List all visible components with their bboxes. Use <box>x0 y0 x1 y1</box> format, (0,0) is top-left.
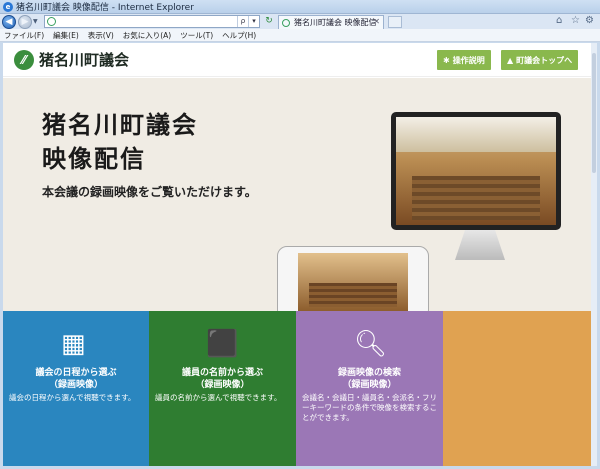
phone-image <box>277 246 429 320</box>
tile-title: 録画映像の検索 （録画映像） <box>296 367 443 391</box>
browser-tab[interactable]: 猪名川町議会 映像配信 ✕ <box>278 15 384 29</box>
tab-title: 猪名川町議会 映像配信 <box>294 18 377 27</box>
council-top-button[interactable]: ▲ 町議会トップへ <box>501 50 579 70</box>
ie-logo-icon: e <box>3 1 13 12</box>
hero-banner: 猪名川町議会 映像配信 本会議の録画映像をご覧いただけます。 <box>3 78 591 320</box>
search-icon: 🔍︎ <box>354 329 388 359</box>
hero-title-line2: 映像配信 <box>42 145 146 173</box>
scrollbar-thumb[interactable] <box>592 53 596 173</box>
gear-icon: ✱ <box>443 55 450 65</box>
tile-title: 議会の日程から選ぶ （録画映像） <box>3 367 149 391</box>
site-header: ⁄⁄ 猪名川町議会 ✱ 操作説明 ▲ 町議会トップへ <box>3 43 591 77</box>
menu-help[interactable]: ヘルプ(H) <box>222 30 256 41</box>
forward-button[interactable]: ▶ <box>18 14 32 29</box>
tile-description: 会議名・会議日・議員名・会派名・フリーキーワードの条件で映像を検索することができ… <box>302 393 437 422</box>
address-dropdown-icon[interactable]: ▾ <box>248 16 259 27</box>
menu-file[interactable]: ファイル(F) <box>4 30 44 41</box>
tools-gear-icon[interactable]: ⚙ <box>585 15 594 26</box>
hero-title: 猪名川町議会 映像配信 <box>42 108 198 176</box>
tab-close-icon[interactable]: ✕ <box>373 17 380 26</box>
tile-title-line2: （録画映像） <box>48 380 103 390</box>
tile-title-line1: 議員の名前から選ぶ <box>181 368 263 378</box>
phone-screen-image <box>298 253 408 313</box>
search-dropdown-icon[interactable]: ρ <box>237 16 248 27</box>
council-top-label: 町議会トップへ <box>516 55 573 65</box>
back-button[interactable]: ◀ <box>2 14 16 29</box>
home-icon[interactable]: ⌂ <box>556 15 562 26</box>
tile-title-line2: （録画映像） <box>342 380 397 390</box>
tile-empty[interactable] <box>443 311 591 466</box>
menu-view[interactable]: 表示(V) <box>88 30 114 41</box>
site-favicon-icon <box>47 17 56 26</box>
window-titlebar: e 猪名川町議会 映像配信 - Internet Explorer <box>0 0 600 14</box>
speaker-podium-icon: ⬛ <box>206 329 239 359</box>
monitor-image <box>391 112 561 230</box>
tile-title-line2: （録画映像） <box>195 380 250 390</box>
history-dropdown-icon[interactable]: ▼ <box>33 18 38 25</box>
assembly-hall-image <box>396 117 556 225</box>
tile-by-member[interactable]: ⬛ 議員の名前から選ぶ （録画映像） 議員の名前から選んで視聴できます。 <box>149 311 296 466</box>
menu-edit[interactable]: 編集(E) <box>53 30 79 41</box>
tile-description: 議会の日程から選んで視聴できます。 <box>9 393 136 402</box>
town-logo-icon[interactable]: ⁄⁄ <box>14 50 34 70</box>
refresh-icon[interactable]: ↻ <box>263 16 275 27</box>
tile-title-line1: 議会の日程から選ぶ <box>35 368 117 378</box>
favorites-star-icon[interactable]: ☆ <box>571 15 580 26</box>
tile-description: 議員の名前から選んで視聴できます。 <box>155 393 282 402</box>
tile-by-schedule[interactable]: ▦ 議会の日程から選ぶ （録画映像） 議会の日程から選んで視聴できます。 <box>3 311 149 466</box>
menu-tiles: ▦ 議会の日程から選ぶ （録画映像） 議会の日程から選んで視聴できます。 ⬛ 議… <box>3 311 591 466</box>
calendar-icon: ▦ <box>61 329 86 359</box>
web-page: ⁄⁄ 猪名川町議会 ✱ 操作説明 ▲ 町議会トップへ 猪名川町議会 映像配信 本… <box>3 43 596 466</box>
tile-title: 議員の名前から選ぶ （録画映像） <box>149 367 296 391</box>
hero-title-line1: 猪名川町議会 <box>42 111 198 139</box>
hero-subtitle: 本会議の録画映像をご覧いただけます。 <box>42 185 257 199</box>
tile-title-line1: 録画映像の検索 <box>337 368 401 378</box>
navigation-bar: ◀ ▶ ▼ ρ ▾ ↻ 猪名川町議会 映像配信 ✕ ⌂ ☆ ⚙ <box>0 14 600 29</box>
menu-tools[interactable]: ツール(T) <box>180 30 213 41</box>
site-name[interactable]: 猪名川町議会 <box>39 49 129 70</box>
menu-bar: ファイル(F) 編集(E) 表示(V) お気に入り(A) ツール(T) ヘルプ(… <box>0 29 600 42</box>
new-tab-button[interactable] <box>388 16 402 28</box>
monitor-stand <box>455 230 505 260</box>
menu-favorites[interactable]: お気に入り(A) <box>123 30 171 41</box>
window-title: 猪名川町議会 映像配信 - Internet Explorer <box>16 3 194 13</box>
tab-favicon-icon <box>282 18 290 27</box>
address-bar[interactable]: ρ ▾ <box>44 15 260 28</box>
tile-search[interactable]: 🔍︎ 録画映像の検索 （録画映像） 会議名・会議日・議員名・会派名・フリーキーワ… <box>296 311 443 466</box>
help-button-label: 操作説明 <box>452 55 485 65</box>
home-icon: ▲ <box>507 55 514 65</box>
vertical-scrollbar[interactable] <box>591 43 597 466</box>
help-button[interactable]: ✱ 操作説明 <box>437 50 491 70</box>
